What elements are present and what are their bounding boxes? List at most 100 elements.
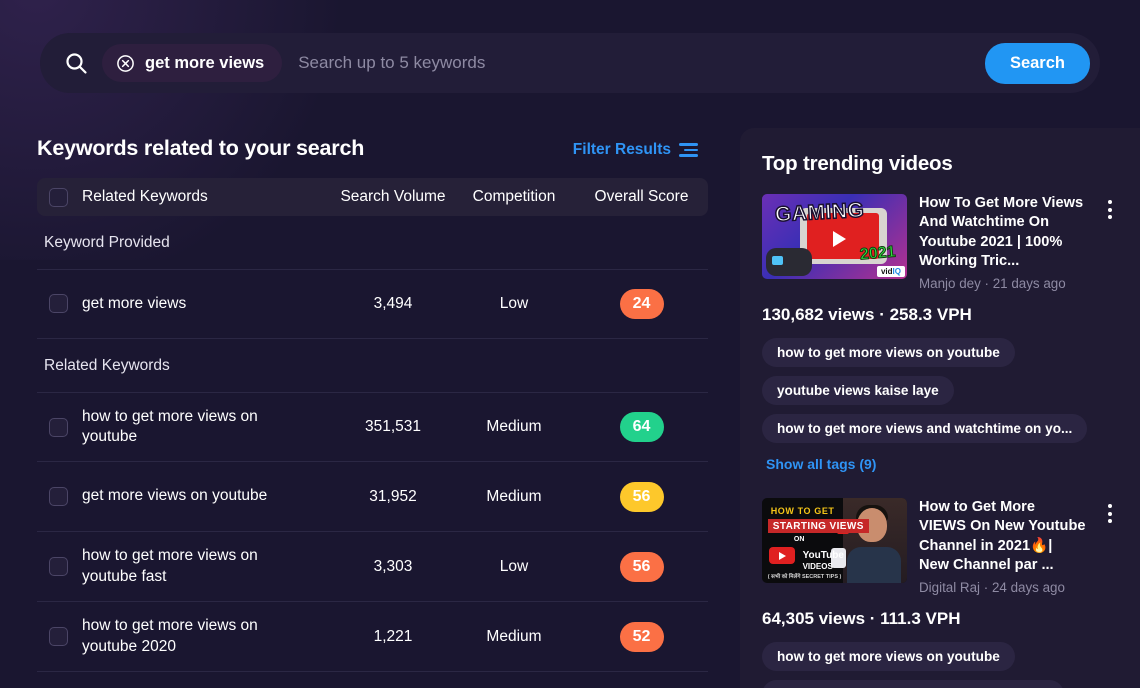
row-checkbox[interactable] (49, 417, 68, 437)
row-checkbox[interactable] (49, 557, 68, 576)
video-age: 24 days ago (991, 580, 1065, 595)
row-volume: 31,952 (369, 487, 417, 505)
row-competition: Medium (486, 418, 542, 435)
row-keyword-cell: how to get more views on youtube (37, 407, 333, 448)
video-tags: how to get more views on youtube youtube… (762, 338, 1118, 443)
tag-chip[interactable]: how to get more views and watchtime on y… (762, 414, 1088, 443)
filter-lines-icon (679, 143, 698, 157)
table-row[interactable]: how to get more views on youtube 2020 1,… (37, 602, 708, 672)
thumb-text-videos: VIDEOS (802, 562, 833, 572)
search-icon (62, 49, 90, 77)
video-stats: 64,305 views · 111.3 VPH (762, 609, 961, 628)
row-checkbox[interactable] (49, 627, 68, 646)
row-volume: 3,494 (373, 295, 413, 312)
tag-chip[interactable]: new youtube channel par views kaise laye (762, 680, 1064, 688)
row-competition: Medium (486, 487, 542, 505)
status-badge: 56 (619, 481, 664, 512)
header-label-keywords: Related Keywords (82, 188, 208, 205)
keyword-chip[interactable]: get more views (102, 44, 283, 82)
tag-chip[interactable]: how to get more views on youtube (762, 642, 1015, 671)
youtube-play-icon (769, 547, 796, 565)
show-all-tags-link[interactable]: Show all tags (9) (766, 456, 876, 472)
video-subtitle: Manjo dey · 21 days ago (919, 276, 1086, 291)
row-keyword-cell: get more views on youtube (37, 486, 333, 506)
row-checkbox[interactable] (49, 294, 68, 314)
dot-separator: · (983, 580, 992, 595)
kebab-menu-icon[interactable] (1102, 194, 1118, 291)
thumb-text-main: GAMING (774, 198, 866, 227)
row-keyword-cell: get more views (37, 294, 333, 314)
group-label-provided: Keyword Provided (44, 234, 170, 251)
tag-chip[interactable]: how to get more views on youtube (762, 338, 1015, 367)
trending-video-item[interactable]: GAMING 2021 vidIQ How To Get More Views … (762, 194, 1118, 494)
thumb-text-youtube: YouTube (802, 549, 844, 561)
thumb-text-line5: ( सभी को मिलेंगे SECRET TIPS ) (767, 573, 842, 580)
row-volume: 1,221 (373, 627, 413, 645)
search-button[interactable]: Search (984, 42, 1090, 84)
page-title: Keywords related to your search (37, 136, 365, 160)
select-all-checkbox[interactable] (49, 187, 68, 207)
tag-chip[interactable]: youtube views kaise laye (762, 376, 954, 405)
trending-video-item[interactable]: HOW TO GET STARTING VIEWS ON YouTube VID… (762, 498, 1118, 688)
row-score-cell: 24 (575, 289, 708, 319)
video-tags: how to get more views on youtube new you… (762, 642, 1118, 688)
keywords-panel: Keywords related to your search Filter R… (0, 118, 728, 688)
search-bar[interactable]: get more views Search up to 5 keywords S… (40, 33, 1100, 93)
gamepad-icon (766, 247, 813, 276)
table-row[interactable]: how to get more views on youtube 351,531… (37, 392, 708, 462)
kebab-menu-icon[interactable] (1102, 498, 1118, 595)
keywords-panel-header: Keywords related to your search Filter R… (37, 136, 708, 161)
play-triangle-icon (833, 231, 847, 248)
row-keyword-label: how to get more views on youtube fast (82, 547, 258, 585)
video-meta: How to Get More VIEWS On New Youtube Cha… (919, 498, 1090, 595)
video-channel: Digital Raj (919, 580, 981, 595)
table-row[interactable]: get more views on youtube 31,952 Medium … (37, 462, 708, 532)
video-thumbnail[interactable]: HOW TO GET STARTING VIEWS ON YouTube VID… (762, 498, 907, 583)
video-top-row: HOW TO GET STARTING VIEWS ON YouTube VID… (762, 498, 1118, 595)
row-score-cell: 56 (575, 481, 708, 512)
filter-results-label: Filter Results (572, 141, 671, 158)
video-top-row: GAMING 2021 vidIQ How To Get More Views … (762, 194, 1118, 291)
header-cell-score: Overall Score (575, 188, 708, 206)
thumb-text-line2: STARTING VIEWS (767, 519, 869, 534)
table-row[interactable]: get more views 3,494 Low 24 (37, 269, 708, 339)
filter-results-button[interactable]: Filter Results (573, 141, 698, 161)
video-title[interactable]: How to Get More VIEWS On New Youtube Cha… (919, 498, 1086, 575)
video-subtitle: Digital Raj · 24 days ago (919, 580, 1086, 595)
status-badge: 52 (619, 621, 664, 652)
row-score-cell: 52 (575, 621, 708, 652)
row-competition: Low (499, 295, 529, 312)
row-volume: 3,303 (373, 557, 413, 575)
row-keyword-label: how to get more views on youtube 2020 (82, 617, 258, 655)
status-badge: 56 (619, 551, 664, 582)
video-age: 21 days ago (992, 276, 1066, 291)
row-score-cell: 56 (575, 551, 708, 582)
header-label-score: Overall Score (594, 188, 689, 205)
video-title[interactable]: How To Get More Views And Watchtime On Y… (919, 194, 1086, 271)
vidiq-watermark: vidIQ (876, 266, 905, 277)
video-thumbnail[interactable]: GAMING 2021 vidIQ (762, 194, 907, 279)
dot-separator: · (984, 276, 993, 291)
group-label-related: Related Keywords (44, 357, 170, 374)
video-channel: Manjo dey (919, 276, 981, 291)
row-checkbox[interactable] (49, 486, 68, 506)
table-header-row: Related Keywords Search Volume Competiti… (37, 178, 708, 216)
status-badge: 24 (619, 289, 664, 319)
thumb-text-line1: HOW TO GET (770, 505, 835, 516)
row-volume: 351,531 (364, 418, 422, 435)
thumb-text-line3: ON (793, 536, 805, 544)
trending-panel-title: Top trending videos (762, 152, 953, 175)
row-keyword-label: get more views on youtube (82, 487, 268, 505)
table-row[interactable]: how to get more views on youtube fast 3,… (37, 532, 708, 602)
thumb-text-year: 2021 (859, 243, 897, 264)
circle-x-icon[interactable] (116, 54, 135, 73)
row-keyword-cell: how to get more views on youtube fast (37, 546, 333, 587)
row-keyword-cell: how to get more views on youtube 2020 (37, 616, 333, 657)
header-cell-keywords: Related Keywords (37, 187, 333, 207)
video-stats: 130,682 views · 258.3 VPH (762, 305, 972, 324)
search-input-placeholder[interactable]: Search up to 5 keywords (298, 53, 985, 73)
header-cell-competition: Competition (472, 188, 556, 205)
status-badge: 64 (619, 412, 664, 442)
row-competition: Low (499, 557, 529, 575)
header-cell-volume: Search Volume (340, 188, 446, 205)
